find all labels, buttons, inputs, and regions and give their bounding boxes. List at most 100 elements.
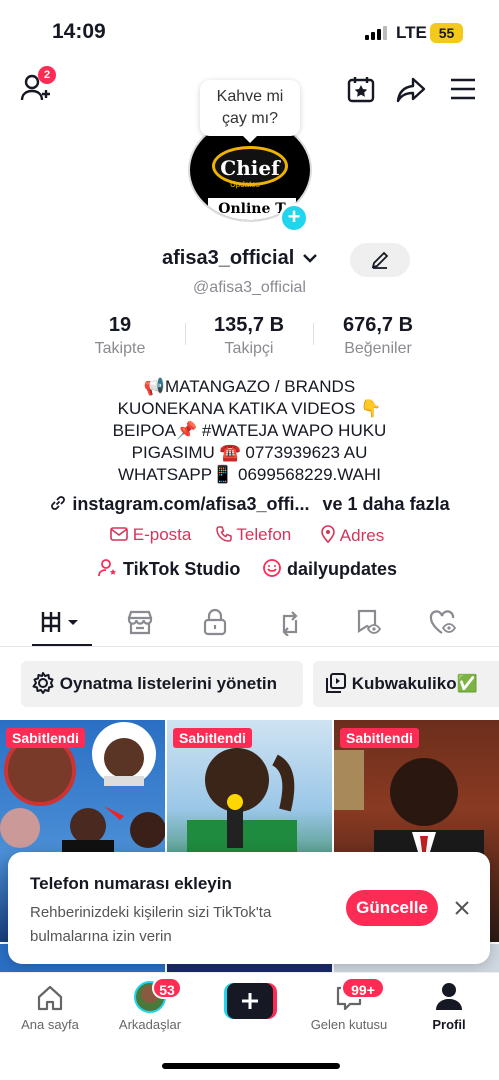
playlist-icon	[326, 673, 346, 693]
nav-inbox[interactable]: 99+ Gelen kutusu	[299, 973, 399, 1043]
phone-icon	[216, 526, 232, 542]
note-line-1: Kahve mi	[216, 88, 284, 105]
lock-icon	[203, 608, 227, 636]
bio: 📢MATANGAZO / BRANDS KUONEKANA KATIKA VID…	[0, 376, 499, 486]
signal-icon	[365, 26, 387, 40]
manage-playlists-label: Oynatma listelerini yönetin	[59, 674, 278, 693]
plus-icon	[242, 993, 258, 1009]
divider	[0, 646, 499, 647]
shop-icon	[127, 610, 153, 635]
bio-line: BEIPOA📌 #WATEJA WAPO HUKU	[112, 421, 387, 440]
tab-videos[interactable]	[38, 604, 98, 644]
grid-dropdown-icon	[41, 612, 78, 632]
dailyupdates-label: dailyupdates	[287, 559, 398, 579]
profile-icon	[436, 983, 462, 1010]
pinned-badge: Sabitlendi	[340, 728, 419, 748]
username-row[interactable]: afisa3_official	[162, 247, 318, 270]
tab-favorites[interactable]	[354, 604, 414, 644]
manage-playlists-button[interactable]: Oynatma listelerini yönetin	[21, 661, 303, 707]
stat-likes-value: 676,7 B	[342, 314, 414, 336]
toast-body-line1: Rehberinizdeki kişilerin sizi TikTok'ta	[30, 904, 272, 921]
username: afisa3_official	[162, 247, 295, 269]
status-time: 14:09	[52, 20, 106, 43]
calendar-star-button[interactable]	[346, 74, 376, 104]
bio-link-row[interactable]: instagram.com/afisa3_offi... ve 1 daha f…	[0, 494, 499, 515]
tab-liked[interactable]	[428, 604, 488, 644]
toast-title: Telefon numarası ekleyin	[30, 874, 232, 893]
friend-request-badge: 2	[38, 66, 56, 84]
nav-home-label: Ana sayfa	[21, 1017, 79, 1032]
stat-followers-value: 135,7 B	[213, 314, 285, 336]
tab-shop[interactable]	[126, 604, 186, 644]
hamburger-icon	[451, 78, 475, 100]
avatar-sub-text: Updates	[230, 180, 260, 189]
home-icon	[37, 985, 63, 1011]
phone-button[interactable]: Telefon	[216, 525, 291, 545]
close-button[interactable]	[452, 898, 472, 918]
nav-profile[interactable]: Profil	[399, 973, 499, 1043]
user-handle: @afisa3_official	[193, 279, 306, 296]
create-button-face	[227, 983, 273, 1019]
nav-profile-label: Profil	[432, 1017, 466, 1032]
bio-line: PIGASIMU ☎️ 0773939623 AU	[131, 443, 368, 462]
mail-icon	[110, 527, 128, 541]
pencil-icon	[371, 251, 389, 269]
tiktok-studio-label: TikTok Studio	[123, 559, 241, 579]
repost-icon	[282, 611, 298, 637]
nav-inbox-label: Gelen kutusu	[310, 1017, 388, 1032]
email-label: E-posta	[132, 525, 192, 544]
home-indicator	[162, 1063, 340, 1069]
add-story-button[interactable]: +	[279, 203, 309, 233]
stat-followers-label: Takipçi	[224, 340, 274, 357]
studio-person-icon	[98, 559, 116, 577]
playlist-kubwakuliko[interactable]: Kubwakuliko✅	[313, 661, 499, 707]
nav-home[interactable]: Ana sayfa	[0, 973, 100, 1043]
tab-private[interactable]	[202, 604, 262, 644]
email-button[interactable]: E-posta	[110, 525, 191, 545]
address-button[interactable]: Adres	[320, 525, 384, 546]
dailyupdates-button[interactable]: dailyupdates	[262, 558, 397, 580]
stat-following-value: 19	[108, 314, 132, 336]
network-label: LTE	[396, 23, 427, 42]
more-links[interactable]: ve 1 daha fazla	[323, 494, 450, 514]
chevron-down-icon	[303, 254, 317, 263]
nav-friends[interactable]: 53 Arkadaşlar	[100, 973, 200, 1043]
inbox-badge: 99+	[341, 977, 385, 999]
bio-line: WHATSAPP📱 0699568229.WAHI	[117, 465, 382, 484]
tab-reposts[interactable]	[276, 604, 336, 644]
bio-link[interactable]: instagram.com/afisa3_offi...	[72, 494, 309, 514]
chat-smile-icon	[263, 559, 281, 577]
stat-following[interactable]: 19 Takipte	[60, 314, 180, 358]
create-button[interactable]	[224, 983, 277, 1019]
gear-icon	[32, 672, 54, 694]
bookmark-eye-icon	[357, 609, 382, 634]
link-icon	[51, 496, 66, 510]
close-icon	[455, 901, 469, 915]
playlist-label: Kubwakuliko✅	[351, 674, 478, 693]
tiktok-studio-button[interactable]: TikTok Studio	[98, 558, 240, 580]
bio-line: 📢MATANGAZO / BRANDS	[143, 377, 356, 396]
stat-likes[interactable]: 676,7 B Beğeniler	[318, 314, 438, 358]
note-line-2: çay mı?	[221, 110, 278, 127]
heart-eye-icon	[429, 610, 457, 634]
bio-line: KUONEKANA KATIKA VIDEOS 👇	[117, 399, 382, 418]
note-bubble[interactable]: Kahve mi çay mı?	[200, 80, 300, 143]
calendar-star-icon	[347, 77, 375, 103]
location-pin-icon	[321, 525, 335, 544]
pinned-badge: Sabitlendi	[6, 728, 85, 748]
stat-likes-label: Beğeniler	[344, 340, 412, 357]
share-icon	[396, 77, 426, 103]
stat-followers[interactable]: 135,7 B Takipçi	[189, 314, 309, 358]
update-button[interactable]: Güncelle	[346, 890, 438, 926]
share-button[interactable]	[396, 74, 426, 104]
divider	[313, 323, 314, 345]
friends-badge: 53	[152, 977, 182, 999]
edit-profile-button[interactable]	[350, 243, 410, 277]
phone-label: Telefon	[236, 525, 292, 544]
nav-friends-label: Arkadaşlar	[118, 1017, 182, 1032]
stat-following-label: Takipte	[94, 340, 146, 357]
address-label: Adres	[339, 526, 385, 545]
menu-button[interactable]	[449, 76, 477, 102]
battery-indicator: 55	[430, 23, 463, 43]
toast-body-line2: bulmalarına izin verin	[30, 928, 172, 945]
